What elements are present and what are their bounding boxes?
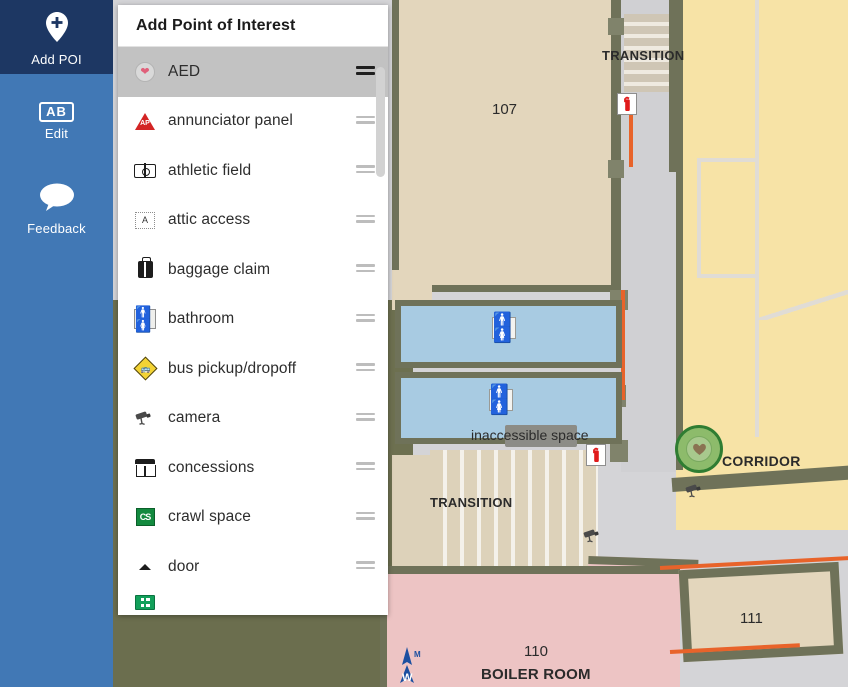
map-room-107	[392, 0, 618, 292]
aed-marker-heart-icon	[686, 436, 712, 462]
poi-list[interactable]: ❤ AED AP annunciator panel athletic fiel…	[118, 47, 388, 615]
poi-list-item-bathroom[interactable]: 🚹🚺 bathroom	[118, 295, 388, 345]
poi-list-item-door[interactable]: door	[118, 542, 388, 592]
map-pin-plus-icon	[44, 11, 70, 48]
security-camera-icon-2[interactable]	[583, 528, 602, 548]
attic-access-icon: A	[132, 208, 158, 232]
poi-item-label: baggage claim	[168, 260, 271, 278]
poi-item-label: athletic field	[168, 161, 252, 179]
map-stairs-lower	[430, 450, 598, 570]
poi-item-label: annunciator panel	[168, 112, 293, 130]
svg-text:M: M	[414, 650, 421, 659]
poi-item-label: concessions	[168, 458, 255, 476]
poi-list-scrollbar-thumb[interactable]	[376, 67, 385, 177]
restroom-icon-2[interactable]: 🚹🚺	[489, 385, 513, 415]
fire-extinguisher-icon-2[interactable]	[586, 444, 606, 466]
sidebar-item-edit-label: Edit	[44, 125, 69, 141]
poi-list-item-crawl-space[interactable]: CS crawl space	[118, 493, 388, 543]
sidebar-item-feedback-label: Feedback	[27, 221, 86, 236]
crawl-space-icon: CS	[132, 505, 158, 529]
security-camera-icon[interactable]	[685, 483, 704, 503]
door-icon	[132, 555, 158, 579]
poi-list-item-bus-pickup-dropoff[interactable]: 🚌 bus pickup/dropoff	[118, 344, 388, 394]
restroom-icon[interactable]: 🚹🚺	[492, 313, 516, 343]
bathroom-icon: 🚹🚺	[132, 306, 158, 332]
map-stairs-upper	[624, 14, 674, 92]
sidebar-item-add-poi-label: Add POI	[31, 52, 82, 67]
camera-icon	[132, 406, 158, 430]
poi-list-item-annunciator-panel[interactable]: AP annunciator panel	[118, 97, 388, 147]
map-inaccessible-block	[505, 425, 577, 447]
poi-item-label: bathroom	[168, 310, 235, 328]
poi-item-label: door	[168, 557, 200, 575]
poi-list-item-camera[interactable]: camera	[118, 394, 388, 444]
poi-item-label: crawl space	[168, 508, 251, 526]
map-corridor-divider-1	[755, 0, 759, 437]
speech-bubble-icon	[38, 182, 76, 217]
first-aid-icon	[132, 592, 158, 614]
annunciator-panel-icon: AP	[132, 109, 158, 133]
panel-title: Add Point of Interest	[118, 5, 388, 47]
sidebar-item-feedback[interactable]: Feedback	[0, 168, 113, 250]
north-arrow-icon: M W	[392, 645, 422, 685]
sidebar-item-add-poi[interactable]: Add POI	[0, 0, 113, 74]
ab-box-icon: AB	[39, 101, 74, 122]
fire-extinguisher-icon[interactable]	[617, 93, 637, 115]
poi-list-item-concessions[interactable]: concessions	[118, 443, 388, 493]
map-corridor-alcove	[697, 158, 755, 278]
poi-list-item-attic-access[interactable]: A attic access	[118, 196, 388, 246]
bus-pickup-dropoff-icon: 🚌	[132, 356, 158, 381]
poi-list-item-athletic-field[interactable]: athletic field	[118, 146, 388, 196]
concessions-icon	[132, 456, 158, 480]
map-corridor-divider-2	[757, 290, 848, 320]
poi-item-label: bus pickup/dropoff	[168, 359, 297, 377]
poi-item-label: AED	[168, 62, 201, 80]
map-wall-stub-a	[608, 18, 624, 35]
left-sidebar: Add POI AB Edit Feedback	[0, 0, 113, 687]
add-poi-panel: Add Point of Interest ❤ AED AP annunciat…	[118, 5, 388, 615]
map-wall-east-shaft	[669, 0, 677, 172]
poi-list-item-aed[interactable]: ❤ AED	[118, 47, 388, 97]
poi-item-label: attic access	[168, 211, 251, 229]
athletic-field-icon	[132, 159, 158, 183]
map-wall-west-shaft	[612, 0, 621, 292]
sidebar-item-edit[interactable]: AB Edit	[0, 80, 113, 162]
map-room-110	[380, 566, 680, 687]
aed-heart-icon: ❤	[132, 60, 158, 84]
poi-list-scrollbar[interactable]	[376, 50, 385, 612]
baggage-claim-icon	[132, 257, 158, 282]
poi-list-item-baggage-claim[interactable]: baggage claim	[118, 245, 388, 295]
poi-item-label: camera	[168, 409, 221, 427]
svg-text:W: W	[402, 672, 413, 684]
aed-placed-marker[interactable]	[675, 425, 723, 473]
poi-list-item-partial-next[interactable]	[118, 592, 388, 614]
map-wall-stub-b	[608, 160, 624, 178]
